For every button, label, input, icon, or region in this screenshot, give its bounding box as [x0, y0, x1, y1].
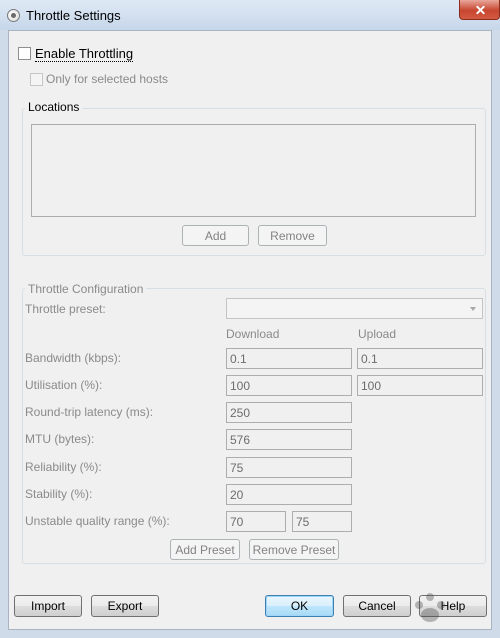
add-location-button[interactable]: Add: [182, 225, 249, 246]
only-selected-hosts-label: Only for selected hosts: [46, 72, 169, 86]
unstable-range-label: Unstable quality range (%):: [25, 514, 170, 528]
watermark-logo: [415, 593, 445, 622]
close-button[interactable]: [459, 0, 500, 20]
throttle-config-title: Throttle Configuration: [25, 282, 147, 296]
bandwidth-label: Bandwidth (kbps):: [25, 351, 122, 365]
locations-group-title: Locations: [25, 100, 83, 114]
throttle-preset-dropdown[interactable]: [226, 298, 483, 319]
latency-field[interactable]: 250: [226, 402, 352, 423]
unstable-range-max-field[interactable]: 75: [292, 511, 352, 532]
upload-column-header: Upload: [358, 327, 397, 341]
enable-throttling-checkbox[interactable]: [18, 47, 31, 60]
utilisation-download-field[interactable]: 100: [226, 375, 352, 396]
add-preset-button[interactable]: Add Preset: [170, 539, 240, 560]
chevron-down-icon: [470, 307, 476, 311]
mtu-field[interactable]: 576: [226, 429, 352, 450]
reliability-label: Reliability (%):: [25, 460, 102, 474]
ok-button[interactable]: OK: [265, 595, 334, 617]
app-icon: [7, 9, 20, 22]
throttle-preset-label: Throttle preset:: [25, 302, 106, 316]
utilisation-label: Utilisation (%):: [25, 378, 103, 392]
stability-field[interactable]: 20: [226, 484, 352, 505]
reliability-field[interactable]: 75: [226, 457, 352, 478]
stability-label: Stability (%):: [25, 487, 93, 501]
window-title: Throttle Settings: [26, 8, 121, 23]
remove-preset-button[interactable]: Remove Preset: [249, 539, 339, 560]
latency-label: Round-trip latency (ms):: [25, 405, 154, 419]
enable-throttling-label[interactable]: Enable Throttling: [35, 46, 134, 62]
unstable-range-min-field[interactable]: 70: [226, 511, 286, 532]
export-button[interactable]: Export: [91, 595, 159, 617]
remove-location-button[interactable]: Remove: [258, 225, 327, 246]
cancel-button[interactable]: Cancel: [343, 595, 411, 617]
utilisation-upload-field[interactable]: 100: [357, 375, 483, 396]
mtu-label: MTU (bytes):: [25, 432, 95, 446]
download-column-header: Download: [226, 327, 280, 341]
bandwidth-download-field[interactable]: 0.1: [226, 348, 352, 369]
only-selected-hosts-checkbox[interactable]: [30, 73, 43, 86]
import-button[interactable]: Import: [14, 595, 82, 617]
locations-list[interactable]: [31, 124, 476, 217]
bandwidth-upload-field[interactable]: 0.1: [357, 348, 483, 369]
